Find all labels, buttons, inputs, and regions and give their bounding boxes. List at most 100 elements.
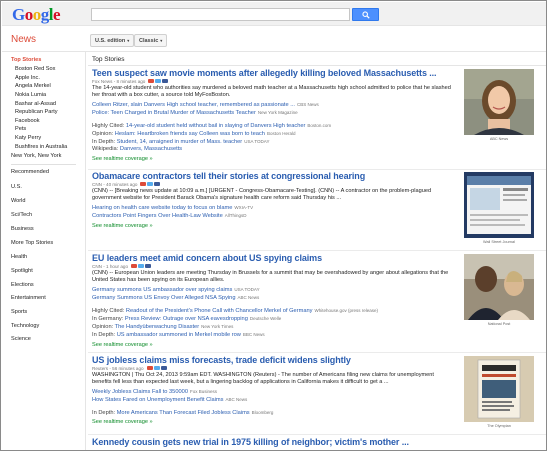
extra-title[interactable]: Heslam: Heartbroken friends say Colleen … — [115, 131, 265, 137]
facebook-icon[interactable] — [160, 366, 167, 371]
realtime-coverage-link[interactable]: See realtime coverage » — [92, 223, 457, 229]
extra-link[interactable]: Highly Cited: 14-year-old student held w… — [92, 122, 457, 130]
realtime-coverage-link[interactable]: See realtime coverage » — [92, 156, 457, 162]
extra-link[interactable]: In Germany: Press Review: Outrage over N… — [92, 315, 457, 323]
extra-link[interactable]: Opinion: The Handyüberwachung Disaster Ne… — [92, 323, 457, 331]
story-headline[interactable]: Obamacare contractors tell their stories… — [92, 171, 457, 181]
related-title[interactable]: Germany summons US ambassador over spyin… — [92, 287, 232, 293]
share-buttons[interactable] — [146, 366, 168, 371]
related-link[interactable]: Colleen Ritzer, slain Danvers High schoo… — [92, 101, 457, 109]
sidebar-subitem[interactable]: Boston Red Sox — [15, 66, 55, 72]
sidebar-subitem[interactable]: Bashar al-Assad — [15, 101, 56, 107]
extra-link[interactable]: Opinion: Heslam: Heartbroken friends say… — [92, 130, 457, 138]
story-thumbnail[interactable]: ABC News — [464, 69, 534, 141]
story-headline[interactable]: Teen suspect saw movie moments after all… — [92, 68, 457, 78]
thumbnail-image[interactable] — [464, 69, 534, 135]
related-title[interactable]: How States Fared on Unemployment Benefit… — [92, 397, 224, 403]
google-plus-icon[interactable] — [148, 79, 155, 84]
twitter-icon[interactable] — [138, 264, 145, 269]
sidebar-item-section[interactable]: Entertainment — [11, 295, 46, 301]
sidebar-subitem[interactable]: Nokia Lumia — [15, 92, 46, 98]
extra-title[interactable]: Press Review: Outrage over NSA eavesdrop… — [125, 316, 248, 322]
extra-link[interactable]: Wikipedia: Danvers, Massachusetts — [92, 146, 457, 153]
realtime-coverage-link[interactable]: See realtime coverage » — [92, 342, 457, 348]
twitter-icon[interactable] — [155, 79, 162, 84]
extra-title[interactable]: Student, 14, arraigned in murder of Mass… — [117, 139, 243, 145]
related-link[interactable]: How States Fared on Unemployment Benefit… — [92, 396, 457, 404]
search-button[interactable] — [352, 8, 379, 21]
extra-title[interactable]: Readout of the President's Phone Call wi… — [126, 308, 313, 314]
sidebar-item-section[interactable]: Sports — [11, 309, 27, 315]
extra-link[interactable]: Highly Cited: Readout of the President's… — [92, 307, 457, 315]
sidebar-item-location[interactable]: New York, New York — [11, 153, 61, 159]
story-thumbnail[interactable]: National Post — [464, 254, 534, 326]
extra-link[interactable]: In Depth: Student, 14, arraigned in murd… — [92, 138, 457, 146]
story-headline[interactable]: Kennedy cousin gets new trial in 1975 ki… — [92, 437, 457, 447]
sidebar-item-section[interactable]: Technology — [11, 323, 39, 329]
google-plus-icon[interactable] — [140, 182, 147, 187]
google-plus-icon[interactable] — [146, 366, 153, 371]
sidebar-subitem[interactable]: Pets — [15, 126, 26, 132]
google-logo[interactable]: Google — [12, 5, 61, 25]
extra-label: In Germany: — [92, 315, 124, 322]
sidebar-subitem[interactable]: Republican Party — [15, 109, 58, 115]
sidebar-item-section[interactable]: Sci/Tech — [11, 212, 32, 218]
twitter-icon[interactable] — [153, 366, 160, 371]
sidebar-subitem[interactable]: Apple Inc. — [15, 75, 40, 81]
sidebar-item-section[interactable]: U.S. — [11, 184, 22, 190]
sidebar-item-section[interactable]: Spotlight — [11, 268, 33, 274]
extra-link[interactable]: In Depth: More Americans Than Forecast F… — [92, 409, 457, 417]
sidebar-subitem[interactable]: Facebook — [15, 118, 40, 124]
sidebar-item-section[interactable]: Business — [11, 226, 34, 232]
edition-dropdown[interactable]: U.S. edition ▾ — [90, 34, 135, 47]
related-link[interactable]: Weekly Jobless Claims Fall to 350000 Fox … — [92, 388, 457, 396]
extra-link[interactable]: In Depth: US ambassador summoned in Merk… — [92, 331, 457, 339]
facebook-icon[interactable] — [145, 264, 152, 269]
realtime-coverage-link[interactable]: See realtime coverage » — [92, 419, 457, 425]
extra-title[interactable]: More Americans Than Forecast Filed Joble… — [117, 410, 250, 416]
google-plus-icon[interactable] — [131, 264, 138, 269]
share-buttons[interactable] — [140, 182, 161, 187]
sidebar-subitem[interactable]: Katy Perry — [15, 135, 41, 141]
extra-title[interactable]: 14-year-old student held without bail in… — [126, 123, 306, 129]
sidebar-item-section[interactable]: Elections — [11, 282, 34, 288]
story-thumbnail[interactable]: The Olympian — [464, 356, 534, 428]
thumbnail-image[interactable] — [464, 172, 534, 238]
sidebar-item-section[interactable]: Health — [11, 254, 27, 260]
story-headline[interactable]: EU leaders meet amid concern about US sp… — [92, 253, 457, 263]
search-input[interactable] — [91, 8, 350, 21]
share-buttons[interactable] — [131, 264, 152, 269]
extra-source: BBC News — [242, 332, 265, 338]
sidebar-item-section[interactable]: World — [11, 198, 26, 204]
related-title[interactable]: Hearing on health care website today to … — [92, 205, 232, 211]
sidebar-subitem[interactable]: Angela Merkel — [15, 83, 51, 89]
related-title[interactable]: Colleen Ritzer, slain Danvers High schoo… — [92, 102, 295, 108]
view-dropdown[interactable]: Classic ▾ — [134, 34, 168, 47]
sidebar-item-section[interactable]: Recommended — [11, 169, 49, 175]
related-title[interactable]: Police: Teen Charged in Brutal Murder of… — [92, 110, 256, 116]
related-link[interactable]: Germany Summons US Envoy Over Alleged NS… — [92, 294, 457, 302]
related-link[interactable]: Hearing on health care website today to … — [92, 204, 457, 212]
twitter-icon[interactable] — [147, 182, 154, 187]
related-link[interactable]: Police: Teen Charged in Brutal Murder of… — [92, 109, 457, 117]
thumbnail-image[interactable] — [464, 254, 534, 320]
related-title[interactable]: Weekly Jobless Claims Fall to 350000 — [92, 389, 188, 395]
related-title[interactable]: Germany Summons US Envoy Over Alleged NS… — [92, 295, 236, 301]
facebook-icon[interactable] — [162, 79, 169, 84]
extra-title[interactable]: Danvers, Massachusetts — [120, 146, 182, 152]
related-link[interactable]: Contractors Point Fingers Over Health-La… — [92, 212, 457, 220]
extra-title[interactable]: US ambassador summoned in Merkel mobile … — [117, 332, 241, 338]
sidebar-item-section[interactable]: Science — [11, 336, 31, 342]
extra-title[interactable]: The Handyüberwachung Disaster — [115, 324, 199, 330]
facebook-icon[interactable] — [154, 182, 161, 187]
sidebar-item-top-stories[interactable]: Top Stories — [11, 57, 41, 63]
story-thumbnail[interactable]: Wall Street Journal — [464, 172, 534, 244]
related-link[interactable]: Germany summons US ambassador over spyin… — [92, 286, 457, 294]
story-headline[interactable]: US jobless claims miss forecasts, trade … — [92, 355, 457, 365]
sidebar-item-section[interactable]: More Top Stories — [11, 240, 53, 246]
sidebar-subitem[interactable]: Bushfires in Australia — [15, 144, 67, 150]
share-buttons[interactable] — [148, 79, 169, 84]
related-title[interactable]: Contractors Point Fingers Over Health-La… — [92, 213, 223, 219]
news-brand[interactable]: News — [11, 34, 36, 45]
thumbnail-image[interactable] — [464, 356, 534, 422]
